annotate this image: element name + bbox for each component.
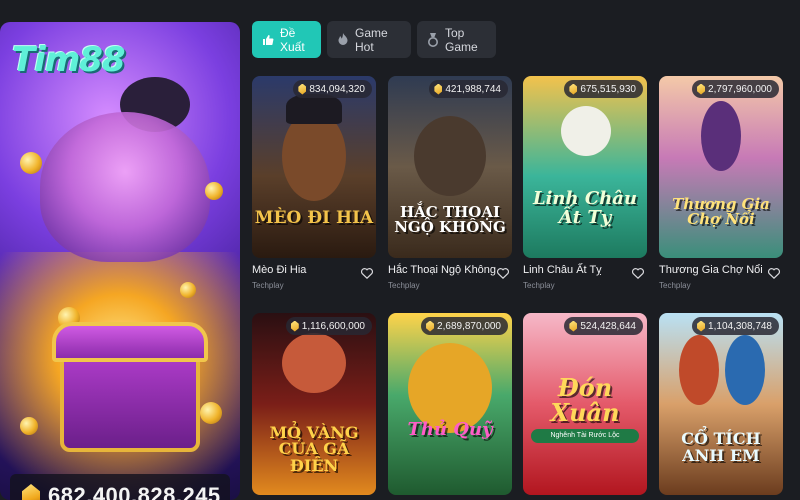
game-thumbnail[interactable]: HẮC THOẠI NGỘ KHÔNG 421,988,744 bbox=[388, 76, 512, 258]
game-provider: Techplay bbox=[252, 281, 284, 290]
hat-illustration bbox=[286, 94, 342, 124]
game-art-title: MỎ VÀNG CỦA GÃ ĐIÊN bbox=[269, 422, 359, 476]
tab-label: Đề Xuất bbox=[280, 25, 305, 54]
jackpot-badge: 421,988,744 bbox=[429, 80, 508, 98]
hero-genie-illustration bbox=[40, 112, 210, 262]
jackpot-value: 2,689,870,000 bbox=[437, 320, 501, 332]
monkey-king-illustration bbox=[414, 116, 486, 196]
jackpot-badge: 834,094,320 bbox=[293, 80, 372, 98]
jackpot-value: 524,428,644 bbox=[580, 320, 636, 332]
game-art-title: Linh Châu Ất Tỵ bbox=[532, 188, 638, 229]
jackpot-badge: 675,515,930 bbox=[564, 80, 643, 98]
fire-icon bbox=[337, 33, 349, 47]
game-art-subtitle: Nghênh Tài Rước Lộc bbox=[531, 429, 639, 443]
jackpot-badge: 1,116,600,000 bbox=[285, 317, 372, 335]
coin-icon bbox=[20, 417, 38, 435]
gold-gem-icon bbox=[298, 83, 307, 95]
game-name[interactable]: Linh Châu Ất Tỵ bbox=[523, 264, 602, 276]
coin-icon bbox=[180, 282, 196, 298]
game-name[interactable]: Mèo Đi Hia bbox=[252, 264, 306, 276]
medal-icon bbox=[427, 32, 439, 47]
game-name[interactable]: Hắc Thoại Ngộ Không bbox=[388, 264, 496, 276]
game-art-title: Thủ Quỹ bbox=[407, 419, 493, 441]
category-tabs: Đề Xuất Game Hot Top Game bbox=[252, 21, 496, 58]
game-art-title: HẮC THOẠI NGỘ KHÔNG bbox=[394, 202, 506, 237]
thumbs-up-icon bbox=[262, 33, 274, 47]
game-provider: Techplay bbox=[388, 281, 420, 290]
coin-icon bbox=[200, 402, 222, 424]
heart-icon[interactable] bbox=[496, 266, 510, 280]
hero-jackpot-value: 682,400,828,245 bbox=[48, 483, 221, 500]
coin-icon bbox=[20, 152, 42, 174]
hero-banner[interactable]: Tim88 682,400,828,245 bbox=[0, 22, 240, 500]
jackpot-value: 1,104,308,748 bbox=[708, 320, 772, 332]
jackpot-badge: 1,104,308,748 bbox=[692, 317, 779, 335]
game-art-title: Thương Gia Chợ Nổi bbox=[672, 194, 770, 229]
miner-character-illustration bbox=[282, 333, 346, 393]
game-thumbnail[interactable]: MÈO ĐI HIA 834,094,320 bbox=[252, 76, 376, 258]
gold-gem-icon bbox=[569, 83, 578, 95]
gold-gem-icon bbox=[569, 320, 578, 332]
jackpot-value: 2,797,960,000 bbox=[708, 83, 772, 95]
heart-icon[interactable] bbox=[767, 266, 781, 280]
tab-top-game[interactable]: Top Game bbox=[417, 21, 496, 58]
game-thumbnail[interactable]: MỎ VÀNG CỦA GÃ ĐIÊN 1,116,600,000 bbox=[252, 313, 376, 495]
game-art-title: MÈO ĐI HIA bbox=[254, 208, 374, 229]
tab-label: Top Game bbox=[445, 25, 478, 54]
brand-logo[interactable]: Tim88 bbox=[12, 40, 126, 80]
game-provider: Techplay bbox=[659, 281, 691, 290]
game-name[interactable]: Thương Gia Chợ Nổi bbox=[659, 264, 763, 276]
jackpot-value: 834,094,320 bbox=[309, 83, 365, 95]
jackpot-value: 421,988,744 bbox=[445, 83, 501, 95]
game-art-title: CỔ TÍCH ANH EM bbox=[681, 429, 761, 466]
cat-character-illustration bbox=[282, 111, 346, 201]
brother-character-illustration bbox=[679, 335, 719, 405]
game-thumbnail[interactable]: Thương Gia Chợ Nổi 2,797,960,000 bbox=[659, 76, 783, 258]
snake-character-illustration bbox=[561, 106, 611, 156]
jackpot-value: 1,116,600,000 bbox=[301, 320, 365, 332]
gold-gem-icon bbox=[426, 320, 435, 332]
heart-icon[interactable] bbox=[631, 266, 645, 280]
gold-gem-icon bbox=[290, 320, 299, 332]
game-thumbnail[interactable]: CỔ TÍCH ANH EM 1,104,308,748 bbox=[659, 313, 783, 495]
game-card[interactable]: CỔ TÍCH ANH EM 1,104,308,748 bbox=[659, 313, 783, 495]
brother-character-illustration bbox=[725, 335, 765, 405]
tab-label: Game Hot bbox=[355, 25, 388, 54]
game-card[interactable]: Linh Châu Ất Tỵ 675,515,930 Linh Châu Ất… bbox=[523, 76, 647, 290]
game-thumbnail[interactable]: Linh Châu Ất Tỵ 675,515,930 bbox=[523, 76, 647, 258]
game-thumbnail[interactable]: Thủ Quỹ 2,689,870,000 bbox=[388, 313, 512, 495]
game-card[interactable]: Thương Gia Chợ Nổi 2,797,960,000 Thương … bbox=[659, 76, 783, 290]
treasure-chest-lid bbox=[52, 322, 208, 362]
gold-gem-icon bbox=[22, 484, 40, 500]
tab-de-xuat[interactable]: Đề Xuất bbox=[252, 21, 321, 58]
game-art-title: Đón Xuân bbox=[550, 372, 620, 427]
coin-icon bbox=[205, 182, 223, 200]
jackpot-badge: 2,797,960,000 bbox=[692, 80, 779, 98]
game-provider: Techplay bbox=[523, 281, 555, 290]
game-card[interactable]: HẮC THOẠI NGỘ KHÔNG 421,988,744 Hắc Thoạ… bbox=[388, 76, 512, 290]
game-thumbnail[interactable]: Đón Xuân Nghênh Tài Rước Lộc 524,428,644 bbox=[523, 313, 647, 495]
jackpot-badge: 2,689,870,000 bbox=[421, 317, 508, 335]
jackpot-badge: 524,428,644 bbox=[564, 317, 643, 335]
gold-gem-icon bbox=[697, 83, 706, 95]
game-card[interactable]: Đón Xuân Nghênh Tài Rước Lộc 524,428,644 bbox=[523, 313, 647, 495]
gold-gem-icon bbox=[434, 83, 443, 95]
tab-game-hot[interactable]: Game Hot bbox=[327, 21, 411, 58]
hero-jackpot-counter: 682,400,828,245 bbox=[10, 474, 230, 500]
game-card[interactable]: MÈO ĐI HIA 834,094,320 Mèo Đi Hia Techpl… bbox=[252, 76, 376, 290]
merchant-woman-illustration bbox=[701, 101, 741, 171]
gold-gem-icon bbox=[697, 320, 706, 332]
jackpot-value: 675,515,930 bbox=[580, 83, 636, 95]
game-card[interactable]: Thủ Quỹ 2,689,870,000 bbox=[388, 313, 512, 495]
game-card[interactable]: MỎ VÀNG CỦA GÃ ĐIÊN 1,116,600,000 bbox=[252, 313, 376, 495]
heart-icon[interactable] bbox=[360, 266, 374, 280]
